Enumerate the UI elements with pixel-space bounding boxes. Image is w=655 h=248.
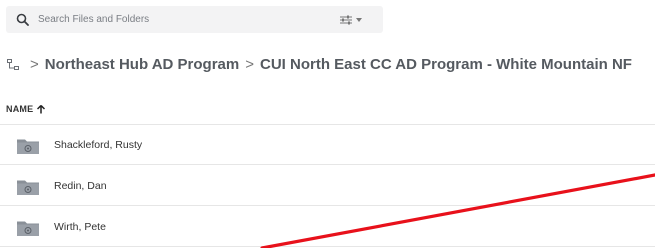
shared-folder-icon (17, 221, 39, 236)
search-icon[interactable] (16, 13, 29, 26)
table-row[interactable]: Shackleford, Rusty (0, 125, 655, 165)
breadcrumb-separator: > (30, 56, 39, 73)
folder-name[interactable]: Redin, Dan (54, 180, 107, 192)
shared-folder-icon (17, 180, 39, 195)
sort-arrow-up-icon (37, 104, 46, 113)
search-filter-dropdown[interactable] (339, 14, 367, 26)
table-row[interactable]: Wirth, Pete (0, 207, 655, 247)
breadcrumb-separator: > (245, 56, 254, 73)
breadcrumb-item-cui-white-mountain[interactable]: CUI North East CC AD Program - White Mou… (260, 56, 632, 73)
chevron-down-icon (356, 18, 362, 22)
table-row[interactable]: Redin, Dan (0, 166, 655, 206)
breadcrumb-item-northeast-hub[interactable]: Northeast Hub AD Program (45, 56, 239, 73)
column-header-name[interactable]: NAME (6, 104, 46, 114)
folder-tree-icon[interactable] (6, 58, 20, 72)
search-bar (6, 6, 383, 33)
shared-folder-icon (17, 139, 39, 154)
search-input[interactable] (38, 6, 328, 33)
filter-sliders-icon (340, 15, 352, 25)
column-header-label: NAME (6, 104, 34, 114)
folder-name[interactable]: Shackleford, Rusty (54, 139, 142, 151)
folder-name[interactable]: Wirth, Pete (54, 221, 106, 233)
breadcrumb: > Northeast Hub AD Program > CUI North E… (6, 56, 632, 73)
